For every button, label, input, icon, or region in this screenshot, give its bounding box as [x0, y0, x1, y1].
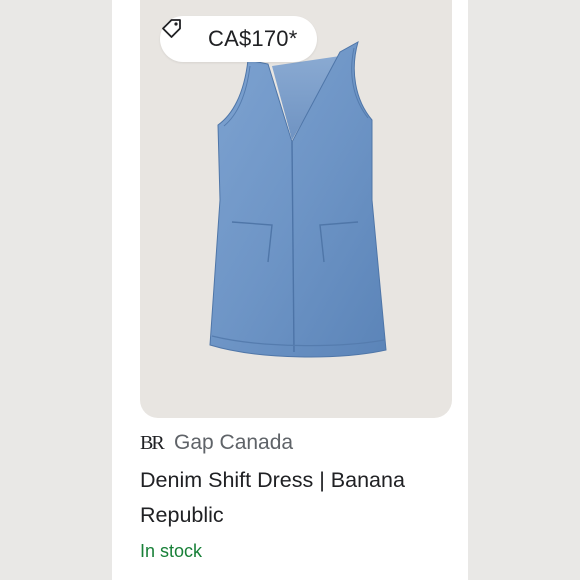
price-label: CA$170*	[208, 26, 298, 51]
product-title[interactable]: Denim Shift Dress | Banana Republic	[140, 463, 460, 533]
merchant-logo: BR	[140, 431, 165, 454]
denim-dress-illustration	[209, 40, 387, 358]
merchant-name: Gap Canada	[174, 431, 294, 454]
price-chip: CA$170*	[160, 16, 318, 62]
background-right	[468, 0, 580, 580]
merchant-row: BR Gap Canada	[140, 428, 293, 458]
background-left	[0, 0, 112, 580]
price-tag-icon	[162, 19, 200, 51]
stock-status: In stock	[140, 541, 203, 561]
product-image[interactable]: CA$170*	[140, 0, 452, 418]
product-card[interactable]: CA$170* BR Gap Canada Denim Shift Dress …	[112, 0, 468, 580]
